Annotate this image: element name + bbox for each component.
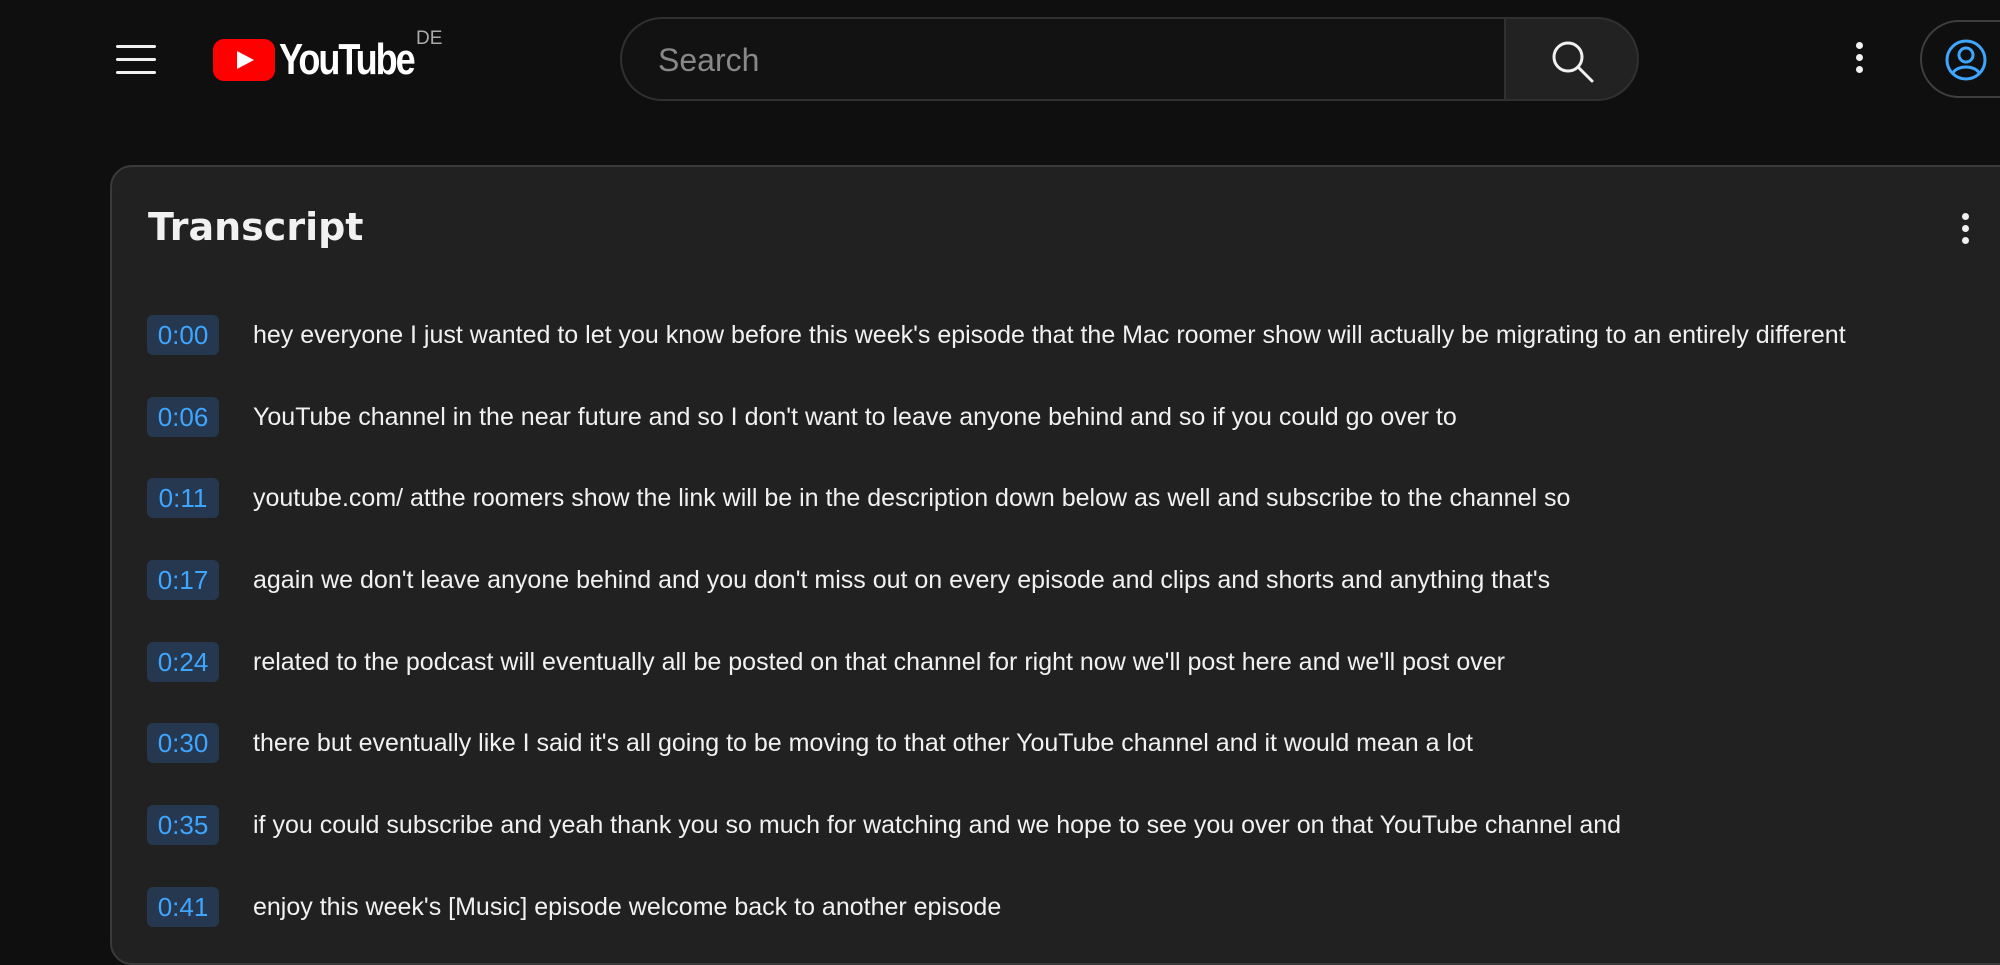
region-code: DE [416,28,443,49]
timestamp[interactable]: 0:11 [147,478,219,518]
timestamp[interactable]: 0:00 [147,315,219,355]
transcript-segment[interactable]: 0:24 related to the podcast will eventua… [147,642,2000,692]
transcript-panel: Transcript 0:00 hey everyone I just want… [110,165,2000,965]
segment-text: there but eventually like I said it's al… [253,729,1473,757]
transcript-title: Transcript [148,205,364,249]
timestamp[interactable]: 0:24 [147,642,219,682]
account-button[interactable] [1920,20,2000,98]
masthead: YouTube DE [0,0,2000,120]
youtube-play-icon [213,39,275,81]
timestamp[interactable]: 0:17 [147,560,219,600]
transcript-segment[interactable]: 0:30 there but eventually like I said it… [147,723,2000,773]
segment-text: related to the podcast will eventually a… [253,648,1505,676]
timestamp[interactable]: 0:06 [147,397,219,437]
hamburger-menu-icon-bar [116,58,156,61]
timestamp[interactable]: 0:30 [147,723,219,763]
search-input[interactable] [656,19,1480,101]
timestamp[interactable]: 0:35 [147,805,219,845]
transcript-segment[interactable]: 0:11 youtube.com/ atthe roomers show the… [147,478,2000,528]
search-icon [1552,41,1594,83]
transcript-segment[interactable]: 0:41 enjoy this week's [Music] episode w… [147,887,2000,937]
transcript-segment[interactable]: 0:00 hey everyone I just wanted to let y… [147,315,2000,365]
segment-text: again we don't leave anyone behind and y… [253,566,1551,594]
hamburger-menu-icon-bar [116,71,156,74]
segment-text: YouTube channel in the near future and s… [253,403,1457,431]
youtube-logo[interactable]: YouTube [213,35,443,84]
menu-button[interactable] [100,36,172,84]
segment-text: hey everyone I just wanted to let you kn… [253,321,1846,349]
segment-text: enjoy this week's [Music] episode welcom… [253,893,1002,921]
more-vertical-icon[interactable] [1847,42,1871,78]
search-box [620,17,1504,101]
transcript-segment[interactable]: 0:35 if you could subscribe and yeah tha… [147,805,2000,855]
search-button[interactable] [1504,17,1639,101]
transcript-segment[interactable]: 0:06 YouTube channel in the near future … [147,397,2000,447]
transcript-more-icon[interactable] [1953,213,1977,249]
logo-text: YouTube [279,35,416,84]
segment-text: if you could subscribe and yeah thank yo… [253,811,1622,839]
timestamp[interactable]: 0:41 [147,887,219,927]
hamburger-menu-icon [116,45,156,48]
transcript-segment[interactable]: 0:17 again we don't leave anyone behind … [147,560,2000,610]
account-circle-icon [1945,39,1987,81]
segment-text: youtube.com/ atthe roomers show the link… [253,484,1571,512]
